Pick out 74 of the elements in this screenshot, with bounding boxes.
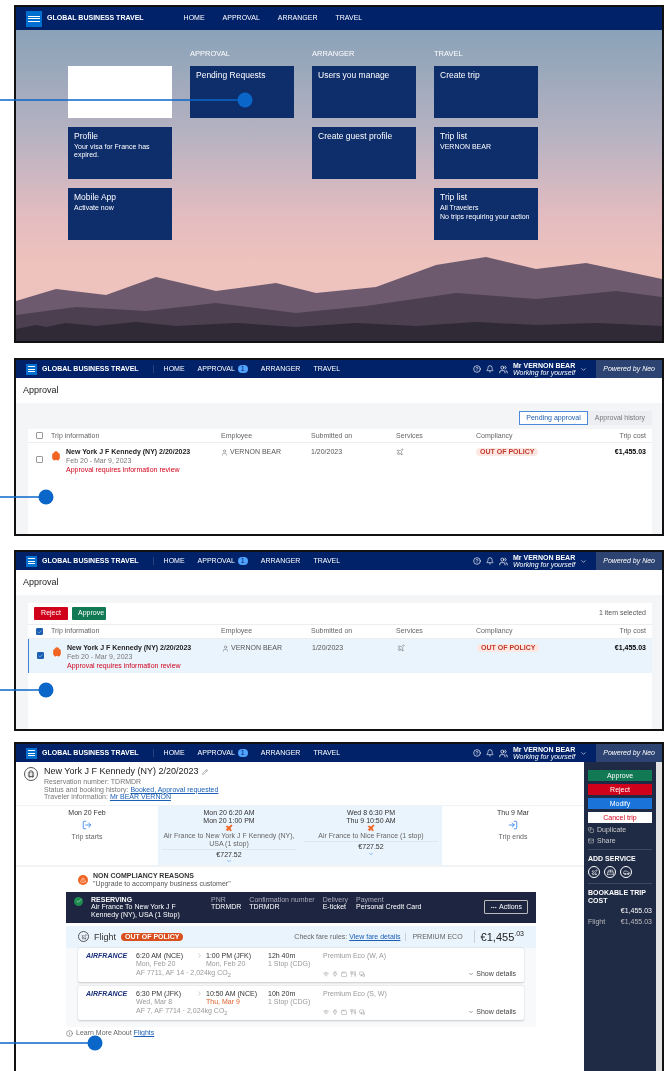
users-icon[interactable] xyxy=(499,364,508,374)
meal-icon xyxy=(350,971,356,978)
bed-icon xyxy=(606,868,614,876)
device-icon xyxy=(359,1009,365,1016)
device-icon xyxy=(359,971,365,978)
page-title: Approval xyxy=(23,385,59,396)
suitcase-icon xyxy=(51,451,61,462)
copy-icon xyxy=(588,826,594,833)
checkbox[interactable] xyxy=(36,456,43,464)
chevron-right-icon xyxy=(196,951,203,959)
shortcut-tile[interactable]: Create trip xyxy=(434,66,538,118)
checkbox[interactable] xyxy=(36,432,43,440)
shortcut-tile[interactable]: Create guest profile xyxy=(312,127,416,179)
power-plug-icon xyxy=(332,1009,338,1016)
plane-icon xyxy=(397,644,405,652)
tile-title: Create trip xyxy=(440,71,481,81)
plane-icon xyxy=(78,931,89,943)
notification-bell-icon[interactable] xyxy=(486,557,494,565)
car-icon xyxy=(622,868,630,876)
chevron-right-icon xyxy=(196,990,203,997)
plane-icon xyxy=(367,824,375,833)
wifi-icon xyxy=(323,1009,329,1016)
plane-icon xyxy=(225,824,233,833)
person-icon xyxy=(221,448,228,456)
chevron-down-icon[interactable] xyxy=(580,749,588,757)
door-enter-icon xyxy=(508,819,518,830)
blank-tile[interactable] xyxy=(68,66,172,118)
section-title: Flight xyxy=(94,931,116,942)
logo-icon xyxy=(26,363,37,375)
logo-icon xyxy=(26,10,42,27)
add-flight-button[interactable] xyxy=(588,866,600,879)
checkbox[interactable] xyxy=(36,628,43,635)
tile-title: Trip list xyxy=(440,193,469,203)
wifi-icon xyxy=(323,971,329,978)
users-icon[interactable] xyxy=(499,748,508,758)
shortcut-tile[interactable]: Users you manage xyxy=(312,66,416,118)
notification-bell-icon[interactable] xyxy=(486,365,494,373)
page-title: Approval xyxy=(23,577,59,588)
tile-title: Trip list xyxy=(440,132,469,142)
notification-bell-icon[interactable] xyxy=(486,749,494,757)
help-icon[interactable] xyxy=(473,365,481,373)
plane-icon xyxy=(590,868,598,876)
tile-title: Profile xyxy=(74,132,100,142)
callout-pointer xyxy=(0,489,54,505)
screen-icon xyxy=(341,1009,347,1016)
info-icon xyxy=(66,1029,73,1037)
help-icon[interactable] xyxy=(473,557,481,565)
help-icon[interactable] xyxy=(473,749,481,757)
callout-pointer xyxy=(0,682,54,698)
chevron-down-icon[interactable] xyxy=(580,365,588,373)
tile-title: Users you manage xyxy=(318,71,391,81)
tile-title: Create guest profile xyxy=(318,132,394,142)
logo-icon xyxy=(26,555,37,567)
person-icon xyxy=(222,644,229,652)
shortcut-tile[interactable]: Pending Requests xyxy=(190,66,294,118)
trip-title: New York J F Kennedy (NY) 2/20/2023 xyxy=(44,767,199,777)
check-icon xyxy=(74,896,83,906)
envelope-icon xyxy=(588,837,594,844)
flight-price: €1,455$^{.03}$ xyxy=(473,930,524,944)
tile-title: Pending Requests xyxy=(196,71,267,81)
tile-title: Mobile App xyxy=(74,193,118,203)
chevron-down-icon xyxy=(468,971,475,978)
checkbox[interactable] xyxy=(37,652,44,659)
chevron-down-icon xyxy=(468,1009,475,1016)
power-plug-icon xyxy=(332,971,338,978)
meal-icon xyxy=(350,1009,356,1016)
door-exit-icon xyxy=(82,819,92,830)
logo-icon xyxy=(26,747,37,759)
warning-icon xyxy=(78,875,88,886)
suitcase-icon xyxy=(52,647,62,657)
screen-icon xyxy=(341,971,347,978)
chevron-down-icon[interactable] xyxy=(580,557,588,565)
users-icon[interactable] xyxy=(499,556,508,566)
plane-icon xyxy=(396,448,404,457)
